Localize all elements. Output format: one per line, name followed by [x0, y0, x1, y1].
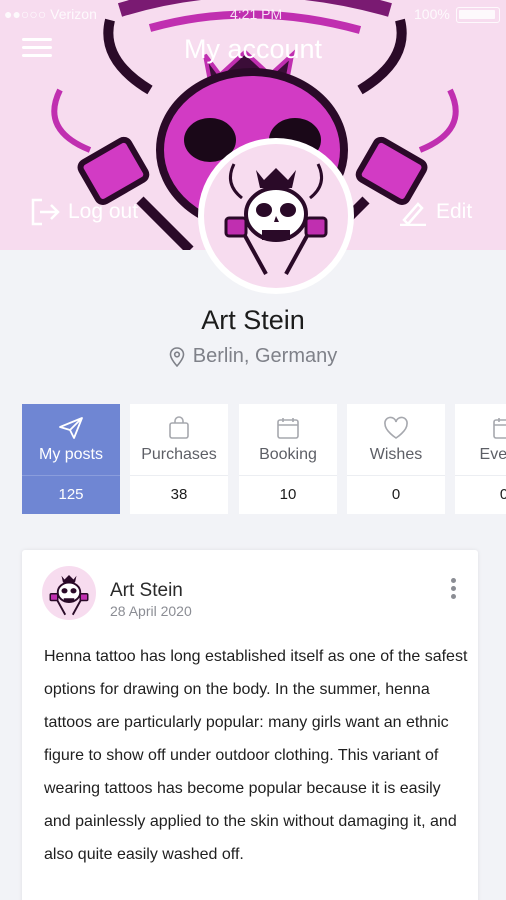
post-body: Henna tattoo has long established itself…	[44, 648, 468, 863]
post-author-name[interactable]: Art Stein	[110, 580, 183, 602]
logout-label: Log out	[68, 200, 139, 223]
page-title: My account	[183, 34, 323, 64]
location-pin-icon	[169, 346, 185, 367]
edit-label: Edit	[436, 200, 473, 223]
status-time: 4:21 PM	[230, 6, 283, 22]
paper-plane-icon	[59, 417, 83, 439]
tab-count: 0	[499, 486, 506, 503]
tab-my-posts[interactable]: My posts 125	[22, 404, 120, 514]
more-vertical-icon	[450, 578, 456, 583]
logout-icon	[31, 198, 60, 226]
calendar-icon	[277, 418, 299, 439]
skull-avatar-image	[224, 163, 328, 275]
tab-label: Purchases	[141, 446, 217, 463]
logout-button[interactable]: Log out	[30, 198, 138, 226]
location-label: Berlin, Germany	[192, 345, 338, 367]
heart-icon	[384, 416, 408, 439]
tab-count: 10	[279, 486, 297, 503]
skull-avatar-image	[49, 575, 89, 616]
calendar-icon	[493, 418, 506, 439]
edit-icon	[400, 202, 426, 226]
post-date: 28 April 2020	[110, 603, 192, 619]
tab-count: 38	[170, 486, 188, 503]
tab-count: 125	[58, 486, 84, 503]
post-author-avatar[interactable]	[42, 566, 96, 620]
shopping-bag-icon	[169, 416, 189, 439]
edit-button[interactable]: Edit	[398, 198, 472, 226]
tab-label: Wishes	[369, 446, 423, 463]
tab-purchases[interactable]: Purchases 38	[130, 404, 228, 514]
tab-label: Booking	[259, 446, 317, 463]
profile-avatar[interactable]	[198, 138, 354, 294]
tab-label: Events	[479, 446, 506, 463]
tab-count: 0	[391, 486, 401, 503]
profile-name: Art Stein	[201, 305, 305, 335]
profile-tabs: My posts 125 Purchases 38 Booking 10 Wis…	[22, 404, 506, 514]
carrier-label: ●●○○○ Verizon	[4, 6, 97, 22]
tab-wishes[interactable]: Wishes 0	[347, 404, 445, 514]
post-card: Art Stein 28 April 2020 Henna tattoo has…	[22, 550, 478, 900]
profile-location: Berlin, Germany	[0, 345, 506, 368]
tab-booking[interactable]: Booking 10	[239, 404, 337, 514]
battery-icon	[456, 7, 500, 23]
tab-events[interactable]: Events 0	[455, 404, 506, 514]
battery-percent: 100%	[414, 6, 450, 22]
post-more-button[interactable]	[448, 578, 458, 604]
status-bar: ●●○○○ Verizon 4:21 PM 100%	[0, 4, 506, 26]
tab-label: My posts	[38, 446, 103, 463]
